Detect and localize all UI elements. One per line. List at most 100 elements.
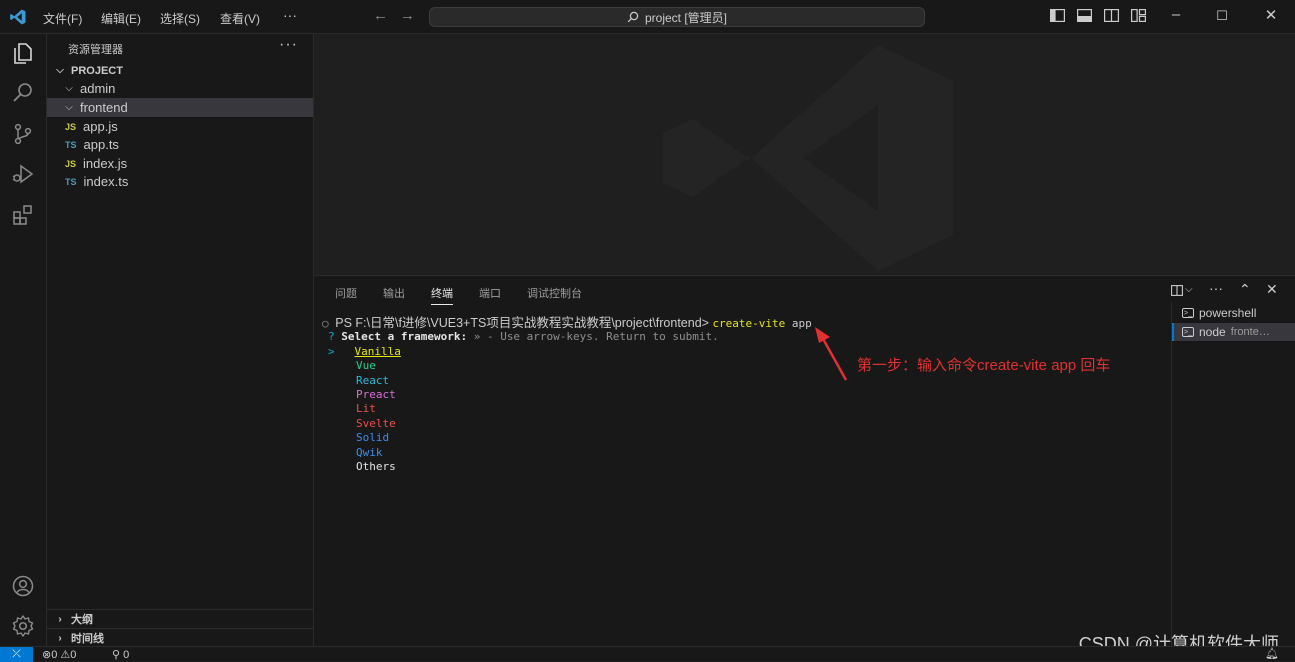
- tree-folder-label: admin: [80, 81, 116, 96]
- explorer-icon[interactable]: [11, 41, 35, 65]
- editor-area[interactable]: [314, 34, 1295, 275]
- option-qwik: Qwik: [356, 445, 383, 459]
- error-count: 0: [51, 649, 58, 661]
- option-others: Others: [356, 459, 396, 473]
- terminal-command-line: ○ PS F:\日常\f进修\VUE3+TS项目实战教程实战教程\project…: [322, 316, 1167, 330]
- tree-file-label: app.js: [83, 119, 118, 134]
- explorer-sidebar: 资源管理器 ··· ⌵ PROJECT ⌵ admin ⌵ frontend J…: [47, 34, 314, 646]
- chevron-down-icon: ⌵: [65, 83, 73, 94]
- menu-edit[interactable]: 编辑(E): [101, 10, 141, 27]
- terminal-icon: >_: [1182, 308, 1194, 318]
- vscode-watermark-icon: [663, 45, 953, 271]
- menu-view[interactable]: 查看(V): [220, 10, 260, 27]
- maximize-icon[interactable]: ☐: [1207, 8, 1237, 24]
- tree-file-label: app.ts: [83, 137, 119, 152]
- split-terminal-icon[interactable]: [1171, 285, 1183, 296]
- terminal-option[interactable]: Qwik: [322, 446, 1167, 460]
- panel-more-actions-icon[interactable]: ···: [1209, 280, 1223, 296]
- outline-section[interactable]: › 大纲: [47, 609, 313, 628]
- search-icon: [627, 11, 639, 23]
- tab-terminal[interactable]: 终端: [431, 285, 453, 305]
- title-bar: 文件(F) 编辑(E) 选择(S) 查看(V) ··· ← → project …: [0, 0, 1295, 34]
- problems-status[interactable]: ⊗0 ⚠0: [42, 648, 76, 661]
- extensions-icon[interactable]: [11, 203, 35, 227]
- tree-file-label: index.js: [83, 156, 128, 171]
- tree-file-index-ts[interactable]: TS index.ts: [47, 172, 313, 191]
- timeline-section[interactable]: › 时间线: [47, 628, 313, 647]
- ports-status[interactable]: ⚲ 0: [112, 648, 129, 661]
- tree-file-label: index.ts: [83, 174, 129, 189]
- remote-indicator-icon[interactable]: ⤫: [0, 647, 33, 662]
- activity-bar: [0, 34, 47, 646]
- terminal-option[interactable]: Preact: [322, 388, 1167, 402]
- close-icon[interactable]: ✕: [1256, 6, 1286, 24]
- terminal-option[interactable]: React: [322, 374, 1167, 388]
- menu-selection[interactable]: 选择(S): [160, 10, 200, 27]
- menu-file[interactable]: 文件(F): [43, 10, 82, 27]
- typescript-file-icon: TS: [65, 176, 77, 187]
- toggle-secondary-sidebar-icon[interactable]: [1104, 9, 1119, 22]
- command-decoration-icon: ○: [322, 317, 336, 330]
- tree-folder-frontend[interactable]: ⌵ frontend: [47, 98, 313, 117]
- terminal-prompt: PS F:\日常\f进修\VUE3+TS项目实战教程实战教程\project\f…: [335, 316, 713, 330]
- tree-root-label: PROJECT: [71, 64, 123, 77]
- menu-more[interactable]: ···: [283, 7, 297, 23]
- explorer-title: 资源管理器: [68, 44, 123, 56]
- search-icon[interactable]: [11, 81, 35, 105]
- terminal-command-arg: app: [785, 317, 812, 330]
- notifications-bell-icon[interactable]: 🔔︎: [1265, 647, 1279, 660]
- source-control-icon[interactable]: [11, 122, 35, 146]
- tab-debug-console[interactable]: 调试控制台: [527, 285, 582, 304]
- run-and-debug-icon[interactable]: [11, 162, 35, 186]
- explorer-more-actions-icon[interactable]: ···: [279, 36, 298, 54]
- terminal-option[interactable]: Svelte: [322, 417, 1167, 431]
- back-arrow-icon[interactable]: ←: [373, 7, 388, 24]
- chevron-down-icon: ⌵: [56, 65, 64, 76]
- terminal-output[interactable]: ○ PS F:\日常\f进修\VUE3+TS项目实战教程实战教程\project…: [322, 316, 1167, 474]
- timeline-section-label: 时间线: [71, 633, 104, 645]
- account-icon[interactable]: [11, 574, 35, 598]
- ports-icon: ⚲: [112, 649, 121, 661]
- warning-icon: ⚠: [60, 649, 71, 661]
- maximize-panel-icon[interactable]: ⌃: [1239, 281, 1251, 298]
- javascript-file-icon: JS: [65, 121, 77, 132]
- terminal-tab-powershell[interactable]: >_ powershell: [1172, 304, 1295, 322]
- tab-output[interactable]: 输出: [383, 285, 405, 304]
- error-icon: ⊗: [42, 649, 52, 661]
- option-svelte: Svelte: [356, 416, 396, 430]
- chevron-down-icon[interactable]: ⌵: [1185, 284, 1193, 295]
- terminal-option[interactable]: Others: [322, 460, 1167, 474]
- tree-root-project[interactable]: ⌵ PROJECT: [47, 61, 313, 80]
- status-bar: ⤫ ⊗0 ⚠0 ⚲ 0 🔔︎: [0, 646, 1295, 662]
- tree-file-app-ts[interactable]: TS app.ts: [47, 135, 313, 154]
- option-vue: Vue: [356, 359, 376, 373]
- terminal-question-line: ? Select a framework: » - Use arrow-keys…: [322, 330, 1167, 344]
- terminal-tab-name: node: [1199, 325, 1226, 339]
- terminal-tab-node[interactable]: >_ node fronte…: [1172, 323, 1295, 341]
- forward-arrow-icon[interactable]: →: [400, 7, 415, 24]
- option-solid: Solid: [356, 431, 390, 445]
- outline-section-label: 大纲: [71, 614, 93, 626]
- chevron-right-icon: ›: [58, 613, 62, 625]
- toggle-primary-sidebar-icon[interactable]: [1050, 9, 1065, 22]
- tree-folder-admin[interactable]: ⌵ admin: [47, 79, 313, 98]
- tab-problems[interactable]: 问题: [335, 285, 357, 304]
- command-center-search[interactable]: project [管理员]: [429, 7, 925, 27]
- terminal-option[interactable]: Lit: [322, 402, 1167, 416]
- warning-count: 0: [70, 649, 77, 661]
- terminal-option[interactable]: Solid: [322, 431, 1167, 445]
- tree-file-index-js[interactable]: JS index.js: [47, 154, 313, 173]
- toggle-panel-icon[interactable]: [1077, 9, 1092, 22]
- terminal-tab-desc: fronte…: [1230, 326, 1270, 338]
- tree-file-app-js[interactable]: JS app.js: [47, 117, 313, 136]
- selection-cursor: >: [328, 344, 335, 358]
- minimize-icon[interactable]: –: [1161, 6, 1191, 23]
- tab-ports[interactable]: 端口: [479, 285, 501, 304]
- typescript-file-icon: TS: [65, 139, 77, 150]
- terminal-command: create-vite: [712, 317, 786, 330]
- close-panel-icon[interactable]: ✕: [1266, 281, 1278, 298]
- annotation-text: 第一步：输入命令create-vite app 回车: [857, 357, 1111, 374]
- javascript-file-icon: JS: [65, 158, 77, 169]
- customize-layout-icon[interactable]: [1131, 9, 1146, 22]
- settings-gear-icon[interactable]: [11, 614, 35, 638]
